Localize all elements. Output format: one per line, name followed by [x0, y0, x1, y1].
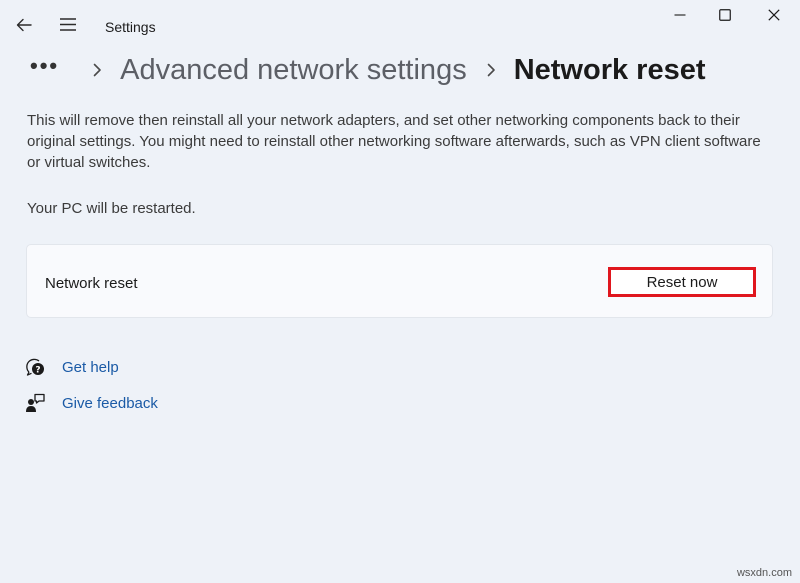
- restart-note: Your PC will be restarted.: [27, 200, 196, 217]
- maximize-button[interactable]: [705, 6, 745, 28]
- back-arrow-icon: [16, 18, 32, 37]
- hamburger-menu-icon: [60, 18, 76, 36]
- minimize-button[interactable]: [660, 6, 700, 28]
- breadcrumb: ••• Advanced network settings Network re…: [30, 50, 706, 90]
- chevron-right-icon: [487, 63, 496, 77]
- chevron-right-icon: [93, 63, 102, 77]
- close-icon: [768, 8, 780, 26]
- close-button[interactable]: [752, 6, 796, 28]
- maximize-icon: [719, 8, 731, 26]
- title-bar: Settings: [0, 0, 800, 54]
- back-button[interactable]: [10, 14, 38, 40]
- feedback-icon: [24, 392, 46, 414]
- watermark: wsxdn.com: [736, 567, 792, 579]
- breadcrumb-parent-link[interactable]: Advanced network settings: [120, 54, 467, 87]
- breadcrumb-overflow-button[interactable]: •••: [30, 53, 59, 79]
- svg-text:?: ?: [35, 366, 40, 376]
- settings-window: Settings ••• Advanced network settings N…: [0, 0, 800, 583]
- get-help-link[interactable]: ? Get help: [24, 356, 119, 378]
- network-reset-label: Network reset: [45, 275, 138, 292]
- give-feedback-link[interactable]: Give feedback: [24, 392, 158, 414]
- help-chat-icon: ?: [24, 356, 46, 378]
- app-title: Settings: [105, 19, 156, 35]
- navigation-menu-button[interactable]: [54, 14, 82, 40]
- reset-now-button[interactable]: Reset now: [608, 267, 756, 297]
- page-description: This will remove then reinstall all your…: [27, 112, 761, 171]
- give-feedback-label: Give feedback: [62, 394, 158, 412]
- minimize-icon: [674, 8, 686, 26]
- page-title: Network reset: [513, 53, 706, 86]
- get-help-label: Get help: [62, 358, 119, 376]
- network-reset-card: Network reset Reset now: [26, 244, 773, 318]
